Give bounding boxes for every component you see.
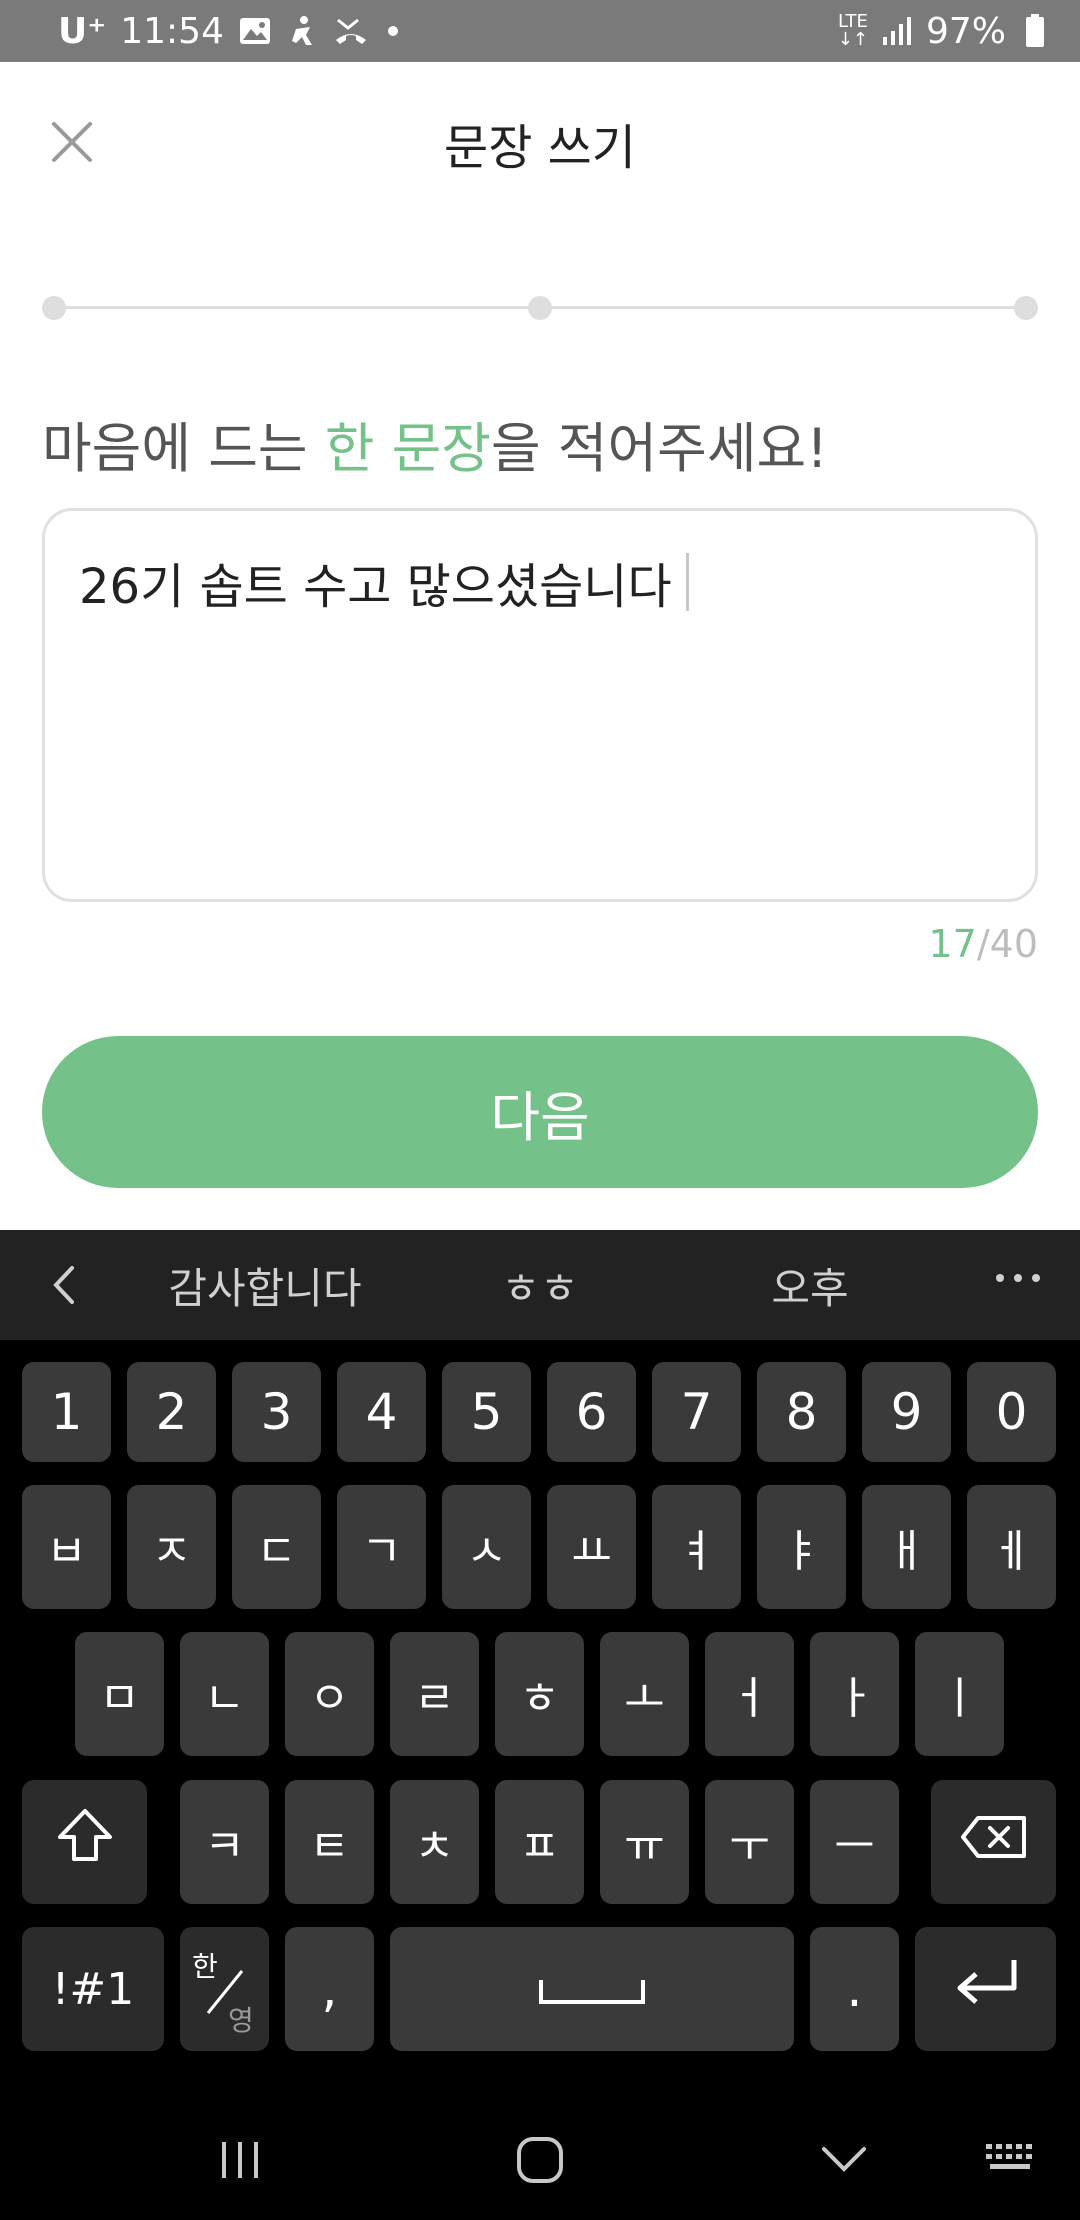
key-chieut[interactable]: ㅊ bbox=[390, 1780, 479, 1904]
key-eo[interactable]: ㅓ bbox=[705, 1632, 794, 1756]
key-7[interactable]: 7 bbox=[652, 1362, 741, 1462]
char-count-current: 17 bbox=[928, 922, 977, 966]
key-eu[interactable]: ㅡ bbox=[810, 1780, 899, 1904]
missed-call-icon bbox=[334, 14, 368, 48]
status-bar: U⁺ 11:54 LTE ↓↑ 97% bbox=[0, 0, 1080, 62]
key-a[interactable]: ㅏ bbox=[810, 1632, 899, 1756]
suggestion-3[interactable]: 오후 bbox=[710, 1230, 910, 1340]
sentence-input-value: 26기 솝트 수고 많으셨습니다 bbox=[79, 559, 672, 615]
prompt-text: 마음에 드는 한 문장을 적어주세요! bbox=[42, 404, 828, 483]
suggestion-1[interactable]: 감사합니다 bbox=[130, 1230, 400, 1340]
key-tieut[interactable]: ㅌ bbox=[285, 1780, 374, 1904]
image-icon bbox=[238, 14, 272, 48]
key-yo[interactable]: ㅛ bbox=[547, 1485, 636, 1609]
accessibility-icon bbox=[286, 14, 320, 48]
suggestion-2[interactable]: ㅎㅎ bbox=[440, 1230, 640, 1340]
key-ya[interactable]: ㅑ bbox=[757, 1485, 846, 1609]
shift-key[interactable] bbox=[22, 1780, 147, 1904]
key-2[interactable]: 2 bbox=[127, 1362, 216, 1462]
key-digeut[interactable]: ㄷ bbox=[232, 1485, 321, 1609]
step-indicator bbox=[42, 296, 1038, 320]
key-6[interactable]: 6 bbox=[547, 1362, 636, 1462]
key-giyeok[interactable]: ㄱ bbox=[337, 1485, 426, 1609]
more-icon[interactable] bbox=[996, 1274, 1040, 1282]
recent-apps-icon bbox=[218, 2140, 262, 2184]
key-8[interactable]: 8 bbox=[757, 1362, 846, 1462]
language-switch-key[interactable]: 한 영 bbox=[180, 1927, 269, 2051]
prompt-after: 을 적어주세요! bbox=[490, 417, 828, 480]
prompt-highlight: 한 문장 bbox=[324, 417, 491, 480]
key-jieut[interactable]: ㅈ bbox=[127, 1485, 216, 1609]
sentence-input[interactable]: 26기 솝트 수고 많으셨습니다 bbox=[42, 508, 1038, 902]
key-kieuk[interactable]: ㅋ bbox=[180, 1780, 269, 1904]
home-button[interactable] bbox=[508, 2130, 572, 2194]
chevron-left-icon bbox=[44, 1266, 84, 1314]
char-count-max: /40 bbox=[976, 922, 1038, 966]
battery-icon bbox=[1018, 14, 1052, 48]
key-3[interactable]: 3 bbox=[232, 1362, 321, 1462]
key-pieup[interactable]: ㅍ bbox=[495, 1780, 584, 1904]
status-time: 11:54 bbox=[120, 10, 224, 52]
battery-percent: 97% bbox=[925, 10, 1006, 52]
recent-apps-button[interactable] bbox=[208, 2130, 272, 2194]
key-yeo[interactable]: ㅕ bbox=[652, 1485, 741, 1609]
key-4[interactable]: 4 bbox=[337, 1362, 426, 1462]
backspace-key[interactable] bbox=[931, 1780, 1056, 1904]
key-yu[interactable]: ㅠ bbox=[600, 1780, 689, 1904]
key-o[interactable]: ㅗ bbox=[600, 1632, 689, 1756]
dot-icon bbox=[387, 26, 398, 36]
step-dot-2 bbox=[528, 296, 552, 320]
navigation-bar bbox=[0, 2100, 1080, 2220]
prompt-before: 마음에 드는 bbox=[42, 417, 325, 480]
step-dot-3 bbox=[1014, 296, 1038, 320]
key-comma[interactable]: , bbox=[285, 1927, 374, 2051]
key-1[interactable]: 1 bbox=[22, 1362, 111, 1462]
key-period[interactable]: . bbox=[810, 1927, 899, 2051]
keyboard-icon bbox=[984, 2142, 1040, 2182]
keyboard: 감사합니다 ㅎㅎ 오후 1 2 3 4 5 6 7 8 9 0 ㅂ ㅈ ㄷ ㄱ … bbox=[0, 1230, 1080, 2220]
backspace-icon bbox=[960, 1813, 1028, 1871]
hide-keyboard-button[interactable] bbox=[812, 2130, 876, 2194]
space-icon bbox=[537, 1960, 647, 2018]
key-5[interactable]: 5 bbox=[442, 1362, 531, 1462]
chevron-down-icon bbox=[820, 2145, 868, 2179]
enter-icon bbox=[950, 1956, 1022, 2022]
symbols-key[interactable]: !#1 bbox=[22, 1927, 164, 2051]
suggestion-bar: 감사합니다 ㅎㅎ 오후 bbox=[0, 1230, 1080, 1340]
key-rieul[interactable]: ㄹ bbox=[390, 1632, 479, 1756]
lte-indicator: LTE ↓↑ bbox=[837, 11, 868, 50]
signal-icon bbox=[880, 14, 914, 48]
lang-bottom-label: 영 bbox=[228, 2004, 254, 2037]
key-bieup[interactable]: ㅂ bbox=[22, 1485, 111, 1609]
text-caret bbox=[685, 553, 689, 611]
enter-key[interactable] bbox=[915, 1927, 1056, 2051]
key-ieung[interactable]: ㅇ bbox=[285, 1632, 374, 1756]
keyboard-switch-button[interactable] bbox=[980, 2130, 1044, 2194]
key-mieum[interactable]: ㅁ bbox=[75, 1632, 164, 1756]
key-siot[interactable]: ㅅ bbox=[442, 1485, 531, 1609]
key-e[interactable]: ㅔ bbox=[967, 1485, 1056, 1609]
key-hieut[interactable]: ㅎ bbox=[495, 1632, 584, 1756]
key-ae[interactable]: ㅐ bbox=[862, 1485, 951, 1609]
key-0[interactable]: 0 bbox=[967, 1362, 1056, 1462]
page-title: 문장 쓰기 bbox=[444, 120, 636, 176]
home-icon bbox=[515, 2135, 565, 2189]
space-key[interactable] bbox=[390, 1927, 794, 2051]
next-button[interactable]: 다음 bbox=[42, 1036, 1038, 1188]
key-i[interactable]: ㅣ bbox=[915, 1632, 1004, 1756]
shift-icon bbox=[54, 1805, 116, 1879]
carrier-label: U⁺ bbox=[58, 10, 107, 52]
suggestion-back-button[interactable] bbox=[44, 1260, 84, 1310]
char-counter: 17/40 bbox=[928, 922, 1038, 966]
key-u[interactable]: ㅜ bbox=[705, 1780, 794, 1904]
step-dot-1 bbox=[42, 296, 66, 320]
key-9[interactable]: 9 bbox=[862, 1362, 951, 1462]
key-nieun[interactable]: ㄴ bbox=[180, 1632, 269, 1756]
